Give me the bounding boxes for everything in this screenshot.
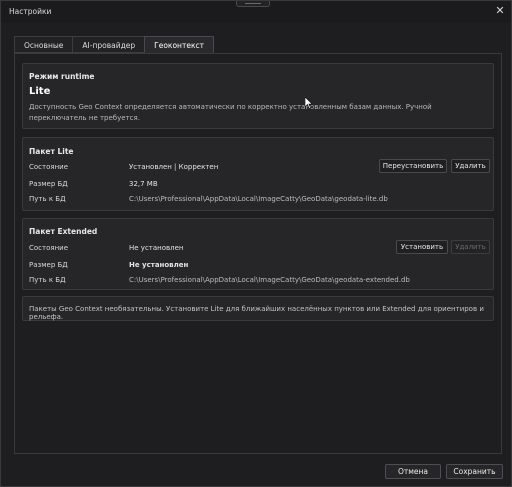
mouse-cursor-icon (305, 97, 313, 109)
lite-size-label: Размер БД (29, 180, 68, 188)
save-button[interactable]: Сохранить (446, 464, 503, 479)
reinstall-lite-button[interactable]: Переустановить (379, 159, 447, 173)
cancel-button[interactable]: Отмена (385, 464, 441, 479)
lite-state-label: Состояние (29, 163, 69, 171)
lite-path-value: C:\Users\Professional\AppData\Local\Imag… (129, 195, 388, 203)
runtime-card: Режим runtime Lite Доступность Geo Conte… (22, 63, 494, 129)
extended-state-value: Не установлен (129, 244, 184, 252)
tab-geocontext[interactable]: Геоконтекст (144, 36, 214, 53)
window-title: Настройки (9, 7, 52, 16)
extended-size-value: Не установлен (129, 261, 189, 269)
settings-window: Настройки ✕ Основные AI-провайдер Геокон… (0, 0, 512, 487)
extended-title: Пакет Extended (29, 227, 98, 236)
extended-path-value: C:\Users\Professional\AppData\Local\Imag… (129, 276, 410, 284)
tab-general[interactable]: Основные (14, 36, 74, 53)
lite-package-card: Пакет Lite Состояние Установлен | Коррек… (22, 137, 494, 211)
extended-path-label: Путь к БД (29, 276, 66, 284)
extended-size-label: Размер БД (29, 261, 68, 269)
runtime-title: Режим runtime (29, 72, 95, 81)
lite-size-value: 32,7 MB (129, 180, 158, 188)
close-icon[interactable]: ✕ (493, 4, 507, 18)
lite-state-value: Установлен | Корректен (129, 163, 219, 171)
tab-ai-provider[interactable]: AI-провайдер (72, 36, 146, 53)
delete-lite-button[interactable]: Удалить (451, 159, 490, 173)
tab-bar: Основные AI-провайдер Геоконтекст (14, 36, 214, 53)
info-note: Пакеты Geo Context необязательны. Устано… (22, 296, 494, 321)
lite-path-label: Путь к БД (29, 195, 66, 203)
delete-extended-button: Удалить (451, 240, 490, 254)
tab-content-panel: Режим runtime Lite Доступность Geo Conte… (14, 53, 502, 454)
info-note-text: Пакеты Geo Context необязательны. Устано… (29, 305, 484, 321)
lite-title: Пакет Lite (29, 147, 74, 156)
runtime-description: Доступность Geo Context определяется авт… (29, 103, 432, 122)
title-bar[interactable]: Настройки ✕ (1, 1, 511, 23)
drag-grip-icon[interactable] (236, 1, 270, 7)
install-extended-button[interactable]: Установить (396, 240, 448, 254)
extended-package-card: Пакет Extended Состояние Не установлен У… (22, 218, 494, 290)
extended-state-label: Состояние (29, 244, 69, 252)
runtime-mode: Lite (29, 86, 51, 97)
